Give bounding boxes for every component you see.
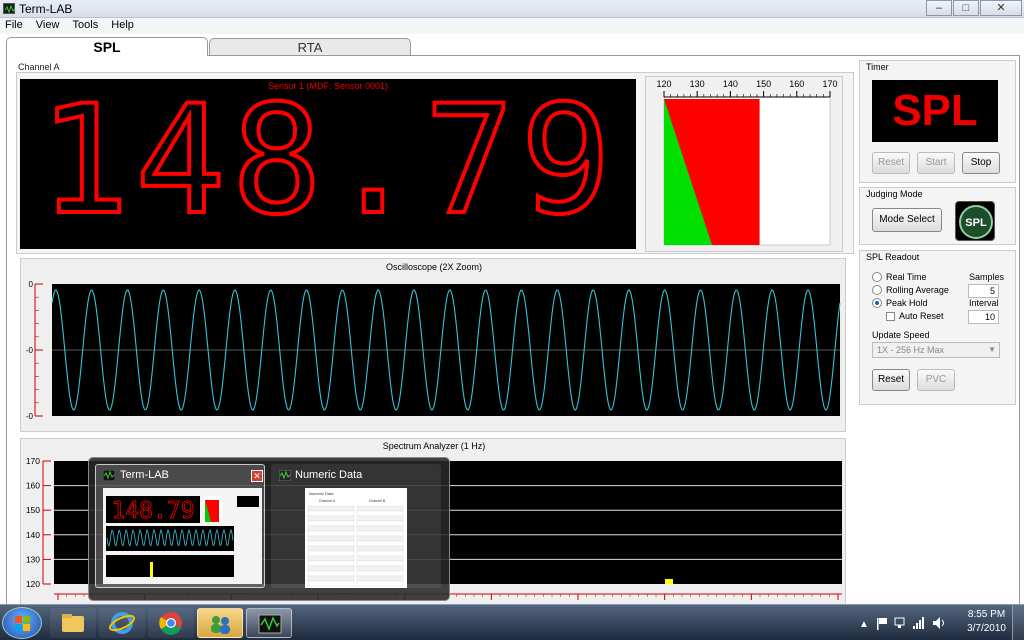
radio-icon[interactable] — [872, 272, 882, 282]
clock-time: 8:55 PM — [967, 609, 1006, 620]
spectrum-y-tick-label: 160 — [26, 481, 40, 491]
spl-reading: 148.79 — [37, 79, 617, 248]
chevron-down-icon: ▼ — [988, 345, 996, 354]
timer-display: SPL — [872, 80, 998, 142]
spectrum-y-tick-label: 130 — [26, 554, 40, 564]
signal-icon[interactable] — [913, 617, 924, 629]
start-button[interactable] — [2, 607, 42, 639]
close-icon[interactable]: ✕ — [251, 470, 263, 482]
tab-spl[interactable]: SPL — [6, 37, 208, 56]
pvc-button[interactable]: PVC — [917, 369, 955, 391]
channel-label: Channel A — [18, 62, 60, 72]
thumbnail-reading: 148.79 — [111, 498, 194, 524]
chrome-icon — [159, 612, 182, 635]
explorer-taskbar-button[interactable] — [50, 608, 96, 638]
menu-tools[interactable]: Tools — [68, 18, 104, 32]
app-icon — [3, 3, 16, 14]
menu-view[interactable]: View — [31, 18, 65, 32]
clock-date: 3/7/2010 — [967, 623, 1006, 634]
radio-icon[interactable] — [872, 285, 882, 295]
auto-reset-checkbox[interactable]: Auto Reset — [886, 311, 944, 321]
bar-meter-tick-label: 120 — [656, 79, 671, 89]
thumbnail-heading: Numeric Data — [309, 491, 334, 496]
spectrum-y-tick-label: 140 — [26, 530, 40, 540]
bar-meter-tick-label: 140 — [723, 79, 738, 89]
network-icon[interactable] — [894, 617, 905, 628]
taskbar-thumbnail-popup: Term-LAB ✕ 148.79 Numeric Data Numeric D… — [88, 457, 450, 601]
option-real-time[interactable]: Real Time — [872, 272, 927, 282]
readout-label: SPL Readout — [866, 252, 920, 262]
spectrum-y-tick-label: 170 — [26, 456, 40, 466]
menu-help[interactable]: Help — [106, 18, 139, 32]
messenger-icon — [211, 616, 230, 634]
folder-icon — [62, 614, 84, 632]
spl-mode-badge: SPL — [955, 201, 995, 241]
bar-meter-tick-label: 160 — [789, 79, 804, 89]
interval-field[interactable]: 10 — [968, 310, 999, 324]
oscilloscope-y-tick-label: 0 — [29, 280, 34, 289]
samples-label: Samples — [969, 272, 1005, 282]
oscilloscope-y-tick-label: -0 — [26, 412, 34, 421]
oscilloscope-y-tick-label: -0 — [26, 346, 34, 355]
spl-badge-text: SPL — [965, 217, 987, 229]
update-speed-label: Update Speed — [872, 330, 930, 340]
volume-icon[interactable] — [933, 617, 944, 629]
taskbar: ▲ 8:55 PM 3/7/2010 — [0, 604, 1024, 640]
spl-bar-meter: 120 130 140 150 160 170 — [645, 76, 843, 252]
option-rolling-average[interactable]: Rolling Average — [872, 285, 949, 295]
update-speed-value: 1X - 256 Hz Max — [877, 345, 945, 355]
timer-label: Timer — [866, 62, 889, 72]
spectrum-peak-bar — [665, 579, 673, 584]
term-lab-icon — [258, 614, 282, 634]
thumbnail-column-a: Channel A — [319, 499, 336, 503]
bar-meter-tick-label: 150 — [756, 79, 771, 89]
timer-reset-button[interactable]: Reset — [872, 152, 910, 174]
menu-file[interactable]: File — [0, 18, 28, 32]
oscilloscope-title: Oscilloscope (2X Zoom) — [386, 262, 482, 272]
window-title: Term-LAB — [19, 2, 73, 16]
sensor-label: Sensor 1 (MDF: Sensor 0001) — [267, 81, 389, 91]
thumbnail-image-numeric-data: Numeric Data Channel A Channel B — [305, 488, 407, 588]
chevron-up-icon[interactable]: ▲ — [859, 619, 869, 630]
clock[interactable]: 8:55 PM 3/7/2010 — [967, 608, 1006, 636]
thumbnail-image-term-lab: 148.79 — [103, 488, 262, 584]
spectrum-y-tick-label: 120 — [26, 579, 40, 589]
ie-taskbar-button[interactable] — [99, 608, 145, 638]
spectrum-title: Spectrum Analyzer (1 Hz) — [383, 441, 486, 451]
app-icon — [103, 470, 115, 481]
minimize-button[interactable]: – — [926, 0, 952, 16]
internet-explorer-icon — [109, 612, 135, 634]
chrome-taskbar-button[interactable] — [148, 608, 194, 638]
radio-selected-icon[interactable] — [872, 298, 882, 308]
samples-field[interactable]: 5 — [968, 284, 999, 298]
maximize-button[interactable]: □ — [953, 0, 979, 16]
option-peak-hold[interactable]: Peak Hold — [872, 298, 928, 308]
thumbnail-column-b: Channel B — [369, 499, 386, 503]
timer-start-button[interactable]: Start — [917, 152, 955, 174]
update-speed-select[interactable]: 1X - 256 Hz Max ▼ — [872, 342, 1000, 358]
oscilloscope-panel: Oscilloscope (2X Zoom) 0 -0 -0 — [20, 258, 846, 432]
checkbox-icon[interactable] — [886, 311, 895, 321]
flag-icon[interactable] — [877, 618, 887, 630]
menu-bar: File View Tools Help — [0, 18, 1024, 34]
readout-reset-button[interactable]: Reset — [872, 369, 910, 391]
messenger-taskbar-button[interactable] — [197, 608, 243, 638]
term-lab-taskbar-button[interactable] — [246, 608, 292, 638]
interval-label: Interval — [969, 298, 999, 308]
spectrum-y-tick-label: 150 — [26, 505, 40, 515]
judging-label: Judging Mode — [866, 189, 923, 199]
bar-meter-tick-label: 170 — [822, 79, 837, 89]
bar-meter-tick-label: 130 — [690, 79, 705, 89]
title-bar: Term-LAB – □ ✕ — [0, 0, 1024, 18]
close-button[interactable]: ✕ — [980, 0, 1022, 16]
thumbnail-title: Term-LAB — [120, 469, 169, 481]
show-desktop-button[interactable] — [1012, 605, 1024, 640]
mode-select-button[interactable]: Mode Select — [872, 208, 942, 232]
tab-rta[interactable]: RTA — [209, 38, 411, 56]
timer-stop-button[interactable]: Stop — [962, 152, 1000, 174]
spl-display: 148.79 Sensor 1 (MDF: Sensor 0001) — [20, 79, 636, 249]
